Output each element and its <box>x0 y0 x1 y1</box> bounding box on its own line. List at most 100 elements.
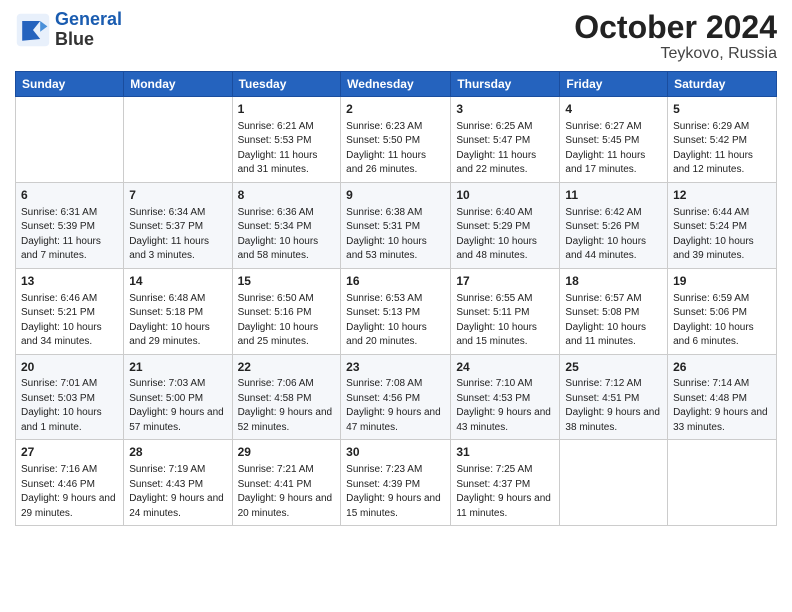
day-number: 24 <box>456 359 554 376</box>
calendar-cell: 1 Sunrise: 6:21 AMSunset: 5:53 PMDaylight… <box>232 97 341 183</box>
day-number: 17 <box>456 273 554 290</box>
calendar-cell: 12Sunrise: 6:44 AMSunset: 5:24 PMDayligh… <box>668 182 777 268</box>
day-info: Sunrise: 7:01 AMSunset: 5:03 PMDaylight:… <box>21 377 118 435</box>
day-info: Sunrise: 7:23 AMSunset: 4:39 PMDaylight:… <box>346 463 445 521</box>
weekday-header-monday: Monday <box>124 72 232 97</box>
calendar-cell: 29 Sunrise: 7:21 AMSunset: 4:41 PMDayligh… <box>232 440 341 526</box>
calendar-table: SundayMondayTuesdayWednesdayThursdayFrid… <box>15 71 777 526</box>
calendar-cell: 5 Sunrise: 6:29 AMSunset: 5:42 PMDaylight… <box>668 97 777 183</box>
calendar-cell <box>124 97 232 183</box>
day-number: 28 <box>129 444 226 461</box>
day-info: Sunrise: 6:21 AMSunset: 5:53 PMDaylight:… <box>238 120 336 178</box>
calendar-cell: 26Sunrise: 7:14 AMSunset: 4:48 PMDayligh… <box>668 354 777 440</box>
day-info: Sunrise: 6:34 AMSunset: 5:37 PMDaylight:… <box>129 206 226 264</box>
calendar-week-1: 1 Sunrise: 6:21 AMSunset: 5:53 PMDaylight… <box>16 97 777 183</box>
calendar-cell: 2Sunrise: 6:23 AMSunset: 5:50 PMDaylight… <box>341 97 451 183</box>
calendar-cell: 21Sunrise: 7:03 AMSunset: 5:00 PMDayligh… <box>124 354 232 440</box>
calendar-cell <box>668 440 777 526</box>
day-info: Sunrise: 7:06 AMSunset: 4:58 PMDaylight:… <box>238 377 336 435</box>
day-number: 30 <box>346 444 445 461</box>
day-info: Sunrise: 6:57 AMSunset: 5:08 PMDaylight:… <box>565 292 662 350</box>
day-info: Sunrise: 6:55 AMSunset: 5:11 PMDaylight:… <box>456 292 554 350</box>
calendar-week-4: 20Sunrise: 7:01 AMSunset: 5:03 PMDayligh… <box>16 354 777 440</box>
calendar-week-2: 6Sunrise: 6:31 AMSunset: 5:39 PMDaylight… <box>16 182 777 268</box>
day-number: 27 <box>21 444 118 461</box>
calendar-cell: 19Sunrise: 6:59 AMSunset: 5:06 PMDayligh… <box>668 268 777 354</box>
day-info: Sunrise: 7:21 AMSunset: 4:41 PMDaylight:… <box>238 463 336 521</box>
day-info: Sunrise: 6:40 AMSunset: 5:29 PMDaylight:… <box>456 206 554 264</box>
calendar-cell: 17 Sunrise: 6:55 AMSunset: 5:11 PMDayligh… <box>451 268 560 354</box>
day-info: Sunrise: 7:12 AMSunset: 4:51 PMDaylight:… <box>565 377 662 435</box>
weekday-header-friday: Friday <box>560 72 668 97</box>
calendar-body: 1 Sunrise: 6:21 AMSunset: 5:53 PMDaylight… <box>16 97 777 526</box>
day-info: Sunrise: 6:48 AMSunset: 5:18 PMDaylight:… <box>129 292 226 350</box>
calendar-header: SundayMondayTuesdayWednesdayThursdayFrid… <box>16 72 777 97</box>
day-number: 2 <box>346 101 445 118</box>
day-number: 18 <box>565 273 662 290</box>
day-number: 1 <box>238 101 336 118</box>
day-number: 26 <box>673 359 771 376</box>
day-number: 21 <box>129 359 226 376</box>
day-info: Sunrise: 7:03 AMSunset: 5:00 PMDaylight:… <box>129 377 226 435</box>
calendar-cell: 18 Sunrise: 6:57 AMSunset: 5:08 PMDayligh… <box>560 268 668 354</box>
day-number: 5 <box>673 101 771 118</box>
calendar-cell: 30 Sunrise: 7:23 AMSunset: 4:39 PMDayligh… <box>341 440 451 526</box>
calendar-cell: 14 Sunrise: 6:48 AMSunset: 5:18 PMDayligh… <box>124 268 232 354</box>
logo-icon <box>15 12 51 48</box>
day-number: 3 <box>456 101 554 118</box>
calendar-cell: 28 Sunrise: 7:19 AMSunset: 4:43 PMDayligh… <box>124 440 232 526</box>
logo-text: General Blue <box>55 10 122 50</box>
calendar-cell: 7 Sunrise: 6:34 AMSunset: 5:37 PMDaylight… <box>124 182 232 268</box>
day-info: Sunrise: 7:14 AMSunset: 4:48 PMDaylight:… <box>673 377 771 435</box>
calendar-cell: 10 Sunrise: 6:40 AMSunset: 5:29 PMDayligh… <box>451 182 560 268</box>
day-number: 29 <box>238 444 336 461</box>
calendar-cell: 11 Sunrise: 6:42 AMSunset: 5:26 PMDayligh… <box>560 182 668 268</box>
day-number: 22 <box>238 359 336 376</box>
calendar-cell: 15Sunrise: 6:50 AMSunset: 5:16 PMDayligh… <box>232 268 341 354</box>
day-number: 14 <box>129 273 226 290</box>
weekday-header-tuesday: Tuesday <box>232 72 341 97</box>
weekday-header-wednesday: Wednesday <box>341 72 451 97</box>
calendar-cell: 8 Sunrise: 6:36 AMSunset: 5:34 PMDaylight… <box>232 182 341 268</box>
day-info: Sunrise: 6:38 AMSunset: 5:31 PMDaylight:… <box>346 206 445 264</box>
day-info: Sunrise: 7:19 AMSunset: 4:43 PMDaylight:… <box>129 463 226 521</box>
page-title: October 2024 <box>574 10 777 45</box>
calendar-cell: 9 Sunrise: 6:38 AMSunset: 5:31 PMDaylight… <box>341 182 451 268</box>
day-info: Sunrise: 6:25 AMSunset: 5:47 PMDaylight:… <box>456 120 554 178</box>
day-info: Sunrise: 6:50 AMSunset: 5:16 PMDaylight:… <box>238 292 336 350</box>
day-info: Sunrise: 6:29 AMSunset: 5:42 PMDaylight:… <box>673 120 771 178</box>
calendar-cell: 27 Sunrise: 7:16 AMSunset: 4:46 PMDayligh… <box>16 440 124 526</box>
calendar-week-3: 13Sunrise: 6:46 AMSunset: 5:21 PMDayligh… <box>16 268 777 354</box>
day-number: 4 <box>565 101 662 118</box>
calendar-cell: 24Sunrise: 7:10 AMSunset: 4:53 PMDayligh… <box>451 354 560 440</box>
day-number: 11 <box>565 187 662 204</box>
title-block: October 2024 Teykovo, Russia <box>574 10 777 63</box>
day-info: Sunrise: 7:10 AMSunset: 4:53 PMDaylight:… <box>456 377 554 435</box>
day-info: Sunrise: 6:44 AMSunset: 5:24 PMDaylight:… <box>673 206 771 264</box>
day-number: 7 <box>129 187 226 204</box>
calendar-week-5: 27 Sunrise: 7:16 AMSunset: 4:46 PMDayligh… <box>16 440 777 526</box>
day-info: Sunrise: 7:08 AMSunset: 4:56 PMDaylight:… <box>346 377 445 435</box>
day-number: 20 <box>21 359 118 376</box>
day-info: Sunrise: 6:53 AMSunset: 5:13 PMDaylight:… <box>346 292 445 350</box>
day-number: 9 <box>346 187 445 204</box>
day-number: 10 <box>456 187 554 204</box>
day-info: Sunrise: 6:27 AMSunset: 5:45 PMDaylight:… <box>565 120 662 178</box>
weekday-header-sunday: Sunday <box>16 72 124 97</box>
day-number: 8 <box>238 187 336 204</box>
calendar-cell <box>16 97 124 183</box>
day-number: 31 <box>456 444 554 461</box>
day-number: 19 <box>673 273 771 290</box>
day-number: 6 <box>21 187 118 204</box>
day-info: Sunrise: 6:36 AMSunset: 5:34 PMDaylight:… <box>238 206 336 264</box>
day-info: Sunrise: 6:42 AMSunset: 5:26 PMDaylight:… <box>565 206 662 264</box>
calendar-cell: 4 Sunrise: 6:27 AMSunset: 5:45 PMDaylight… <box>560 97 668 183</box>
day-info: Sunrise: 6:46 AMSunset: 5:21 PMDaylight:… <box>21 292 118 350</box>
logo: General Blue <box>15 10 122 50</box>
calendar-cell: 13Sunrise: 6:46 AMSunset: 5:21 PMDayligh… <box>16 268 124 354</box>
calendar-cell: 16 Sunrise: 6:53 AMSunset: 5:13 PMDayligh… <box>341 268 451 354</box>
day-number: 16 <box>346 273 445 290</box>
page-subtitle: Teykovo, Russia <box>574 45 777 63</box>
day-info: Sunrise: 7:16 AMSunset: 4:46 PMDaylight:… <box>21 463 118 521</box>
calendar-cell: 23Sunrise: 7:08 AMSunset: 4:56 PMDayligh… <box>341 354 451 440</box>
